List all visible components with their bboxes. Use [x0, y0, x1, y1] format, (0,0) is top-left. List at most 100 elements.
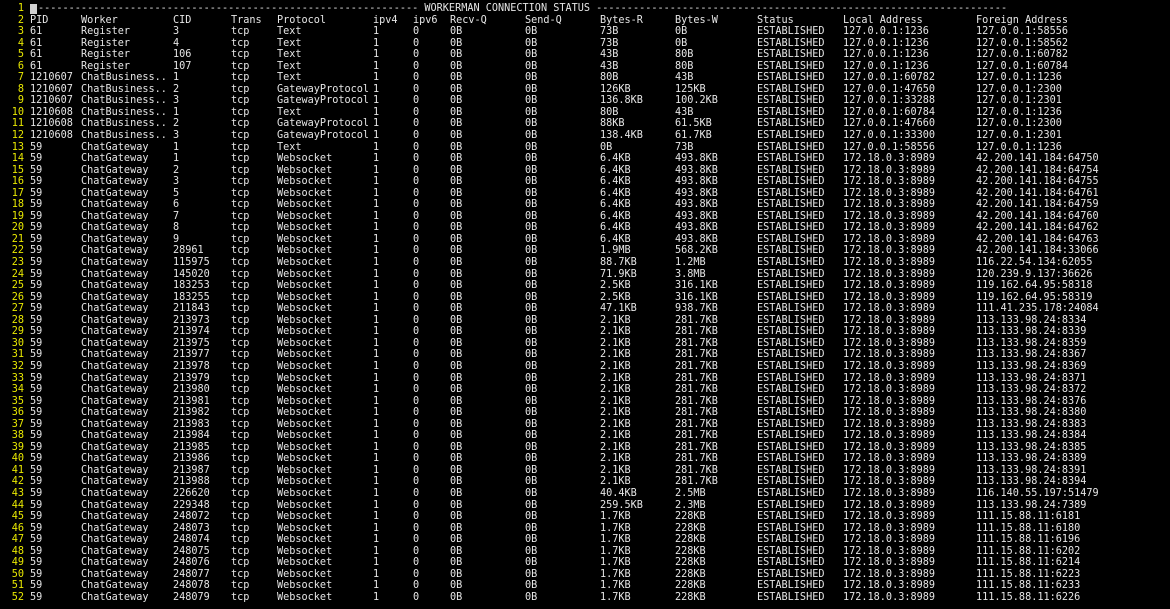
cell-local-address: 172.18.0.3:8989 — [843, 407, 936, 419]
cell-local-address: 172.18.0.3:8989 — [843, 430, 936, 442]
cell-bytes-r: 6.4KB — [600, 199, 631, 211]
cell-ipv6: 0 — [413, 476, 420, 488]
cell-send-q: 0B — [525, 176, 538, 188]
cell-recv-q: 0B — [450, 476, 463, 488]
cell-trans: tcp — [231, 176, 250, 188]
cell-recv-q: 0B — [450, 557, 463, 569]
cell-worker: ChatGateway — [81, 591, 149, 603]
cell-bytes-r: 2.5KB — [600, 291, 631, 303]
line-number: 19 — [11, 210, 24, 222]
cell-send-q: 0B — [525, 476, 538, 488]
cell-trans: tcp — [231, 130, 250, 142]
cell-bytes-w: 568.2KB — [675, 245, 718, 257]
line-number: 33 — [11, 372, 24, 384]
line-number: 9 — [17, 95, 24, 107]
cell-ipv4: 1 — [373, 222, 380, 234]
cell-bytes-r: 1.7KB — [600, 511, 631, 523]
table-row: 41 59 ChatGateway 213987 tcp Websocket 1 0 0B 0B 2… — [0, 465, 1170, 477]
cell-trans: tcp — [231, 418, 250, 430]
cell-foreign-address: 113.133.98.24:8391 — [976, 464, 1087, 476]
cell-status: ESTABLISHED — [757, 303, 825, 315]
cell-ipv4: 1 — [373, 95, 380, 107]
cell-local-address: 172.18.0.3:8989 — [843, 557, 936, 569]
cell-ipv6: 0 — [413, 187, 420, 199]
cell-status: ESTABLISHED — [757, 130, 825, 142]
cell-pid: 59 — [30, 430, 43, 442]
cell-protocol: Text — [277, 60, 302, 72]
cell-send-q: 0B — [525, 95, 538, 107]
cell-bytes-r: 6.4KB — [600, 153, 631, 165]
cell-cid: 28961 — [173, 245, 204, 257]
cell-recv-q: 0B — [450, 60, 463, 72]
cell-send-q: 0B — [525, 349, 538, 361]
table-row: 18 59 ChatGateway 6 tcp Websocket 1 0 0B 0B 6.4KB 4… — [0, 199, 1170, 211]
cell-protocol: Websocket — [277, 199, 333, 211]
cell-status: ESTABLISHED — [757, 418, 825, 430]
cell-foreign-address: 113.133.98.24:8371 — [976, 372, 1087, 384]
cell-bytes-w: 281.7KB — [675, 476, 718, 488]
cell-bytes-w: 228KB — [675, 591, 706, 603]
line-number: 4 — [17, 37, 24, 49]
cell-cid: 9 — [173, 233, 180, 245]
cell-worker: ChatGateway — [81, 222, 149, 234]
table-row: 4 61 Register 4 tcp Text 1 0 0B 0B 73B 0B ESTABLISHE… — [0, 38, 1170, 50]
cell-ipv4: 1 — [373, 522, 380, 534]
cell-protocol: Websocket — [277, 257, 333, 269]
line-number: 13 — [11, 141, 24, 153]
cell-ipv6: 0 — [413, 245, 420, 257]
cell-pid: 59 — [30, 499, 43, 511]
cell-trans: tcp — [231, 199, 250, 211]
cell-pid: 59 — [30, 476, 43, 488]
line-number: 47 — [11, 534, 24, 546]
cell-ipv6: 0 — [413, 534, 420, 546]
cell-trans: tcp — [231, 222, 250, 234]
cell-local-address: 172.18.0.3:8989 — [843, 245, 936, 257]
cell-worker: ChatGateway — [81, 534, 149, 546]
cell-ipv6: 0 — [413, 141, 420, 153]
cell-local-address: 172.18.0.3:8989 — [843, 210, 936, 222]
cell-bytes-r: 136.8KB — [600, 95, 643, 107]
cell-bytes-w: 493.8KB — [675, 164, 718, 176]
table-row: 43 59 ChatGateway 226620 tcp Websocket 1 0 0B 0B 4… — [0, 488, 1170, 500]
cell-ipv4: 1 — [373, 591, 380, 603]
cell-local-address: 172.18.0.3:8989 — [843, 303, 936, 315]
cell-ipv4: 1 — [373, 37, 380, 49]
cell-protocol: Websocket — [277, 568, 333, 580]
cell-bytes-w: 281.7KB — [675, 384, 718, 396]
cell-trans: tcp — [231, 511, 250, 523]
cell-trans: tcp — [231, 499, 250, 511]
cell-send-q: 0B — [525, 534, 538, 546]
cell-ipv4: 1 — [373, 326, 380, 338]
cell-recv-q: 0B — [450, 314, 463, 326]
cell-status: ESTABLISHED — [757, 187, 825, 199]
cell-trans: tcp — [231, 83, 250, 95]
table-row: 32 59 ChatGateway 213978 tcp Websocket 1 0 0B 0B 2… — [0, 361, 1170, 373]
cell-foreign-address: 113.133.98.24:8372 — [976, 384, 1087, 396]
cell-send-q: 0B — [525, 268, 538, 280]
cell-worker: ChatGateway — [81, 349, 149, 361]
cell-status: ESTABLISHED — [757, 487, 825, 499]
cell-protocol: Websocket — [277, 441, 333, 453]
cell-send-q: 0B — [525, 49, 538, 61]
cell-bytes-r: 2.1KB — [600, 395, 631, 407]
cell-cid: 3 — [173, 95, 180, 107]
cell-ipv6: 0 — [413, 360, 420, 372]
cell-foreign-address: 42.200.141.184:64761 — [976, 187, 1099, 199]
line-number: 18 — [11, 199, 24, 211]
cell-status: ESTABLISHED — [757, 83, 825, 95]
terminal-window[interactable]: 1 --------------------------------------… — [0, 3, 1170, 609]
cell-foreign-address: 111.15.88.11:6214 — [976, 557, 1081, 569]
cell-foreign-address: 127.0.0.1:2300 — [976, 83, 1062, 95]
cell-bytes-w: 2.3MB — [675, 499, 706, 511]
cell-ipv4: 1 — [373, 360, 380, 372]
cell-ipv6: 0 — [413, 326, 420, 338]
cell-cid: 1 — [173, 106, 180, 118]
cell-trans: tcp — [231, 187, 250, 199]
cell-bytes-w: 281.7KB — [675, 464, 718, 476]
cell-foreign-address: 127.0.0.1:60782 — [976, 49, 1069, 61]
cell-bytes-w: 43B — [675, 72, 694, 84]
cell-status: ESTABLISHED — [757, 37, 825, 49]
cell-foreign-address: 111.15.88.11:6181 — [976, 511, 1081, 523]
cell-protocol: Websocket — [277, 164, 333, 176]
cell-foreign-address: 127.0.0.1:58556 — [976, 26, 1069, 38]
